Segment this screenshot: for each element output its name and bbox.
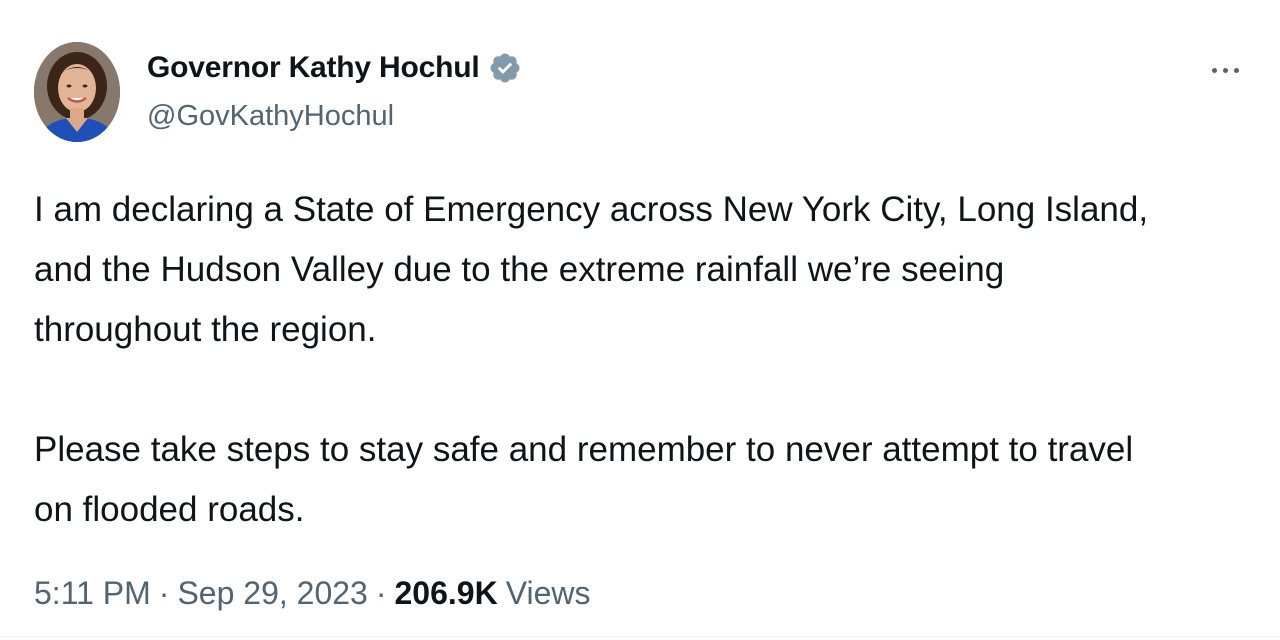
author-handle[interactable]: @GovKathyHochul xyxy=(147,100,394,133)
bottom-divider xyxy=(0,636,1280,637)
meta-separator: · xyxy=(158,575,170,611)
tweet-text: I am declaring a State of Emergency acro… xyxy=(34,190,1149,529)
more-options-button[interactable] xyxy=(1200,52,1250,88)
views-label: Views xyxy=(505,575,591,611)
author-display-name[interactable]: Governor Kathy Hochul xyxy=(147,51,480,85)
tweet-date[interactable]: Sep 29, 2023 xyxy=(177,575,367,612)
tweet-time[interactable]: 5:11 PM xyxy=(34,575,151,612)
meta-separator: · xyxy=(375,575,387,611)
author-avatar[interactable] xyxy=(34,42,120,142)
tweet-metadata: 5:11 PM · Sep 29, 2023 · 206.9K Views xyxy=(34,575,590,612)
more-options-icon-dot xyxy=(1233,67,1239,73)
more-options-icon-dot xyxy=(1222,67,1228,73)
author-name-row: Governor Kathy Hochul xyxy=(147,48,522,88)
views-count: 206.9K xyxy=(394,575,498,611)
verified-badge-icon xyxy=(488,51,522,85)
avatar-photo-icon xyxy=(34,42,120,142)
more-options-icon xyxy=(1211,67,1217,73)
tweet-card: Governor Kathy Hochul @GovKathyHochul I … xyxy=(0,0,1280,640)
